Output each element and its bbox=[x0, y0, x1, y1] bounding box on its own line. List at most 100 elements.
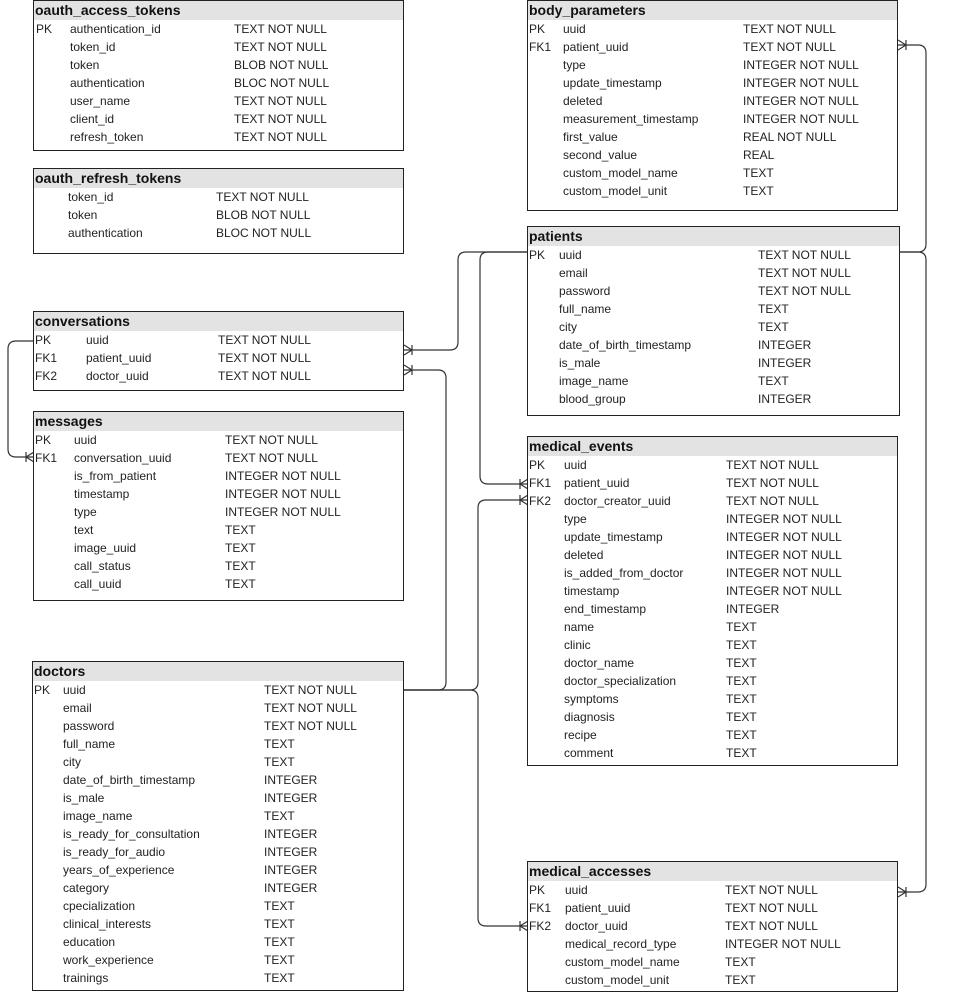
table-row[interactable]: doctor_specialization TEXT bbox=[528, 672, 897, 690]
table-conversations[interactable]: conversations PK uuid TEXT NOT NULL FK1 patie… bbox=[33, 311, 404, 391]
table-row[interactable]: cpecialization TEXT bbox=[33, 897, 403, 915]
table-row[interactable]: password TEXT NOT NULL bbox=[528, 282, 899, 300]
table-row[interactable]: full_name TEXT bbox=[33, 735, 403, 753]
table-doctors[interactable]: doctors PK uuid TEXT NOT NULL email TEXT NOT … bbox=[32, 661, 404, 991]
table-row[interactable]: call_status TEXT bbox=[34, 557, 403, 575]
table-row[interactable]: custom_model_unit TEXT bbox=[528, 182, 897, 200]
table-row[interactable]: email TEXT NOT NULL bbox=[528, 264, 899, 282]
table-row[interactable]: image_uuid TEXT bbox=[34, 539, 403, 557]
table-oauth-access-tokens[interactable]: oauth_access_tokens PK authentication_id TE… bbox=[33, 0, 404, 151]
column-key: PK bbox=[36, 22, 53, 36]
table-row[interactable]: update_timestamp INTEGER NOT NULL bbox=[528, 74, 897, 92]
table-row[interactable]: timestamp INTEGER NOT NULL bbox=[528, 582, 897, 600]
table-row[interactable]: full_name TEXT bbox=[528, 300, 899, 318]
table-row[interactable]: education TEXT bbox=[33, 933, 403, 951]
column-key: FK1 bbox=[529, 901, 552, 915]
table-row[interactable]: type INTEGER NOT NULL bbox=[34, 503, 403, 521]
table-row[interactable]: city TEXT bbox=[33, 753, 403, 771]
table-row[interactable]: authentication BLOC NOT NULL bbox=[34, 224, 403, 242]
table-row[interactable]: PK authentication_id TEXT NOT NULL bbox=[34, 20, 403, 38]
table-row[interactable]: custom_model_name TEXT bbox=[528, 953, 897, 971]
table-row[interactable]: PK uuid TEXT NOT NULL bbox=[528, 246, 899, 264]
table-row[interactable]: FK1 patient_uuid TEXT NOT NULL bbox=[528, 899, 897, 917]
table-row[interactable]: custom_model_unit TEXT bbox=[528, 971, 897, 989]
table-row[interactable]: is_ready_for_consultation INTEGER bbox=[33, 825, 403, 843]
table-row[interactable]: FK1 conversation_uuid TEXT NOT NULL bbox=[34, 449, 403, 467]
table-row[interactable]: PK uuid TEXT NOT NULL bbox=[528, 456, 897, 474]
table-row[interactable]: date_of_birth_timestamp INTEGER bbox=[33, 771, 403, 789]
table-row[interactable]: user_name TEXT NOT NULL bbox=[34, 92, 403, 110]
table-row[interactable]: city TEXT bbox=[528, 318, 899, 336]
table-row[interactable]: authentication BLOC NOT NULL bbox=[34, 74, 403, 92]
table-row[interactable]: blood_group INTEGER bbox=[528, 390, 899, 408]
table-row[interactable]: token_id TEXT NOT NULL bbox=[34, 188, 403, 206]
table-row[interactable]: FK2 doctor_creator_uuid TEXT NOT NULL bbox=[528, 492, 897, 510]
column-name: uuid bbox=[63, 683, 86, 697]
table-row[interactable]: is_from_patient INTEGER NOT NULL bbox=[34, 467, 403, 485]
table-row[interactable]: is_male INTEGER bbox=[528, 354, 899, 372]
table-body-parameters[interactable]: body_parameters PK uuid TEXT NOT NULL FK1 pat… bbox=[527, 0, 898, 211]
table-row[interactable]: FK2 doctor_uuid TEXT NOT NULL bbox=[34, 367, 403, 385]
table-row[interactable]: second_value REAL bbox=[528, 146, 897, 164]
table-row[interactable]: type INTEGER NOT NULL bbox=[528, 56, 897, 74]
table-row[interactable]: FK1 patient_uuid TEXT NOT NULL bbox=[34, 349, 403, 367]
table-row[interactable]: end_timestamp INTEGER bbox=[528, 600, 897, 618]
table-row[interactable]: FK1 patient_uuid TEXT NOT NULL bbox=[528, 474, 897, 492]
table-row[interactable]: text TEXT bbox=[34, 521, 403, 539]
table-row[interactable]: password TEXT NOT NULL bbox=[33, 717, 403, 735]
table-row[interactable]: recipe TEXT bbox=[528, 726, 897, 744]
column-name: email bbox=[559, 266, 588, 280]
table-row[interactable]: years_of_experience INTEGER bbox=[33, 861, 403, 879]
table-row[interactable]: first_value REAL NOT NULL bbox=[528, 128, 897, 146]
table-row[interactable]: measurement_timestamp INTEGER NOT NULL bbox=[528, 110, 897, 128]
table-medical-events[interactable]: medical_events PK uuid TEXT NOT NULL FK1 pati… bbox=[527, 436, 898, 766]
table-row[interactable]: is_male INTEGER bbox=[33, 789, 403, 807]
column-name: type bbox=[74, 505, 97, 519]
table-row[interactable]: category INTEGER bbox=[33, 879, 403, 897]
table-row[interactable]: diagnosis TEXT bbox=[528, 708, 897, 726]
connector-patients-conversations bbox=[404, 251, 528, 351]
column-type: TEXT NOT NULL bbox=[216, 190, 309, 204]
table-row[interactable]: call_uuid TEXT bbox=[34, 575, 403, 593]
table-row[interactable]: name TEXT bbox=[528, 618, 897, 636]
table-row[interactable]: deleted INTEGER NOT NULL bbox=[528, 92, 897, 110]
table-row[interactable]: client_id TEXT NOT NULL bbox=[34, 110, 403, 128]
table-row[interactable]: is_ready_for_audio INTEGER bbox=[33, 843, 403, 861]
table-row[interactable]: clinical_interests TEXT bbox=[33, 915, 403, 933]
table-row[interactable]: medical_record_type INTEGER NOT NULL bbox=[528, 935, 897, 953]
table-row[interactable]: image_name TEXT bbox=[528, 372, 899, 390]
table-row[interactable]: image_name TEXT bbox=[33, 807, 403, 825]
table-row[interactable]: FK1 patient_uuid TEXT NOT NULL bbox=[528, 38, 897, 56]
table-row[interactable]: PK uuid TEXT NOT NULL bbox=[33, 681, 403, 699]
table-row[interactable]: custom_model_name TEXT bbox=[528, 164, 897, 182]
table-row[interactable]: refresh_token TEXT NOT NULL bbox=[34, 128, 403, 146]
table-row[interactable]: PK uuid TEXT NOT NULL bbox=[528, 20, 897, 38]
table-row[interactable]: token_id TEXT NOT NULL bbox=[34, 38, 403, 56]
table-messages[interactable]: messages PK uuid TEXT NOT NULL FK1 conversati… bbox=[33, 411, 404, 601]
table-row[interactable]: work_experience TEXT bbox=[33, 951, 403, 969]
table-row[interactable]: PK uuid TEXT NOT NULL bbox=[528, 881, 897, 899]
table-row[interactable]: type INTEGER NOT NULL bbox=[528, 510, 897, 528]
table-row[interactable]: trainings TEXT bbox=[33, 969, 403, 987]
table-row[interactable]: PK uuid TEXT NOT NULL bbox=[34, 431, 403, 449]
table-row[interactable]: token BLOB NOT NULL bbox=[34, 206, 403, 224]
table-patients[interactable]: patients PK uuid TEXT NOT NULL email TEXT NOT… bbox=[527, 226, 900, 416]
table-title: body_parameters bbox=[528, 1, 897, 20]
table-row[interactable]: update_timestamp INTEGER NOT NULL bbox=[528, 528, 897, 546]
table-row[interactable]: doctor_name TEXT bbox=[528, 654, 897, 672]
table-row[interactable]: email TEXT NOT NULL bbox=[33, 699, 403, 717]
table-row[interactable]: clinic TEXT bbox=[528, 636, 897, 654]
table-row[interactable]: timestamp INTEGER NOT NULL bbox=[34, 485, 403, 503]
table-row[interactable]: symptoms TEXT bbox=[528, 690, 897, 708]
table-row[interactable]: token BLOB NOT NULL bbox=[34, 56, 403, 74]
table-row[interactable]: PK uuid TEXT NOT NULL bbox=[34, 331, 403, 349]
column-key: PK bbox=[35, 433, 52, 447]
table-row[interactable]: comment TEXT bbox=[528, 744, 897, 762]
table-medical-accesses[interactable]: medical_accesses PK uuid TEXT NOT NULL FK1 pa… bbox=[527, 861, 898, 992]
table-row[interactable]: is_added_from_doctor INTEGER NOT NULL bbox=[528, 564, 897, 582]
column-name: authentication bbox=[68, 226, 143, 240]
table-oauth-refresh-tokens[interactable]: oauth_refresh_tokens token_id TEXT NOT NUL… bbox=[33, 168, 404, 254]
table-row[interactable]: deleted INTEGER NOT NULL bbox=[528, 546, 897, 564]
table-row[interactable]: FK2 doctor_uuid TEXT NOT NULL bbox=[528, 917, 897, 935]
table-row[interactable]: date_of_birth_timestamp INTEGER bbox=[528, 336, 899, 354]
